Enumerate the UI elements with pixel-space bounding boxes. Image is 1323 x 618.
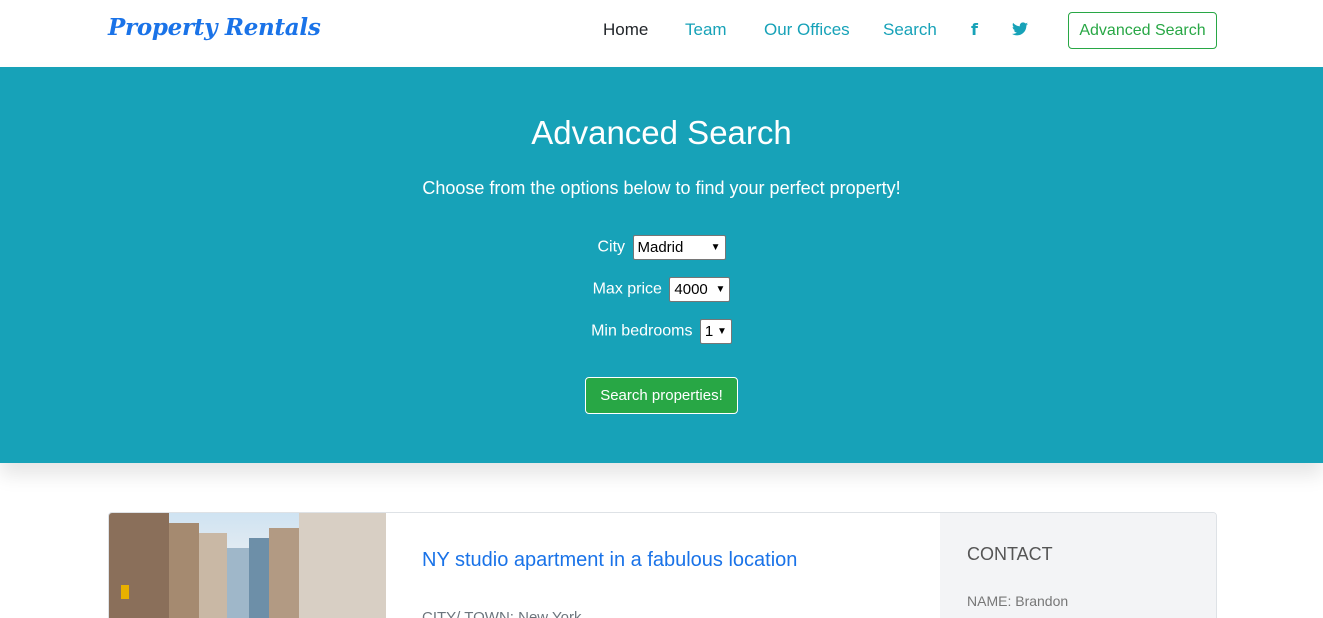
brand-logo[interactable]: Property Rentals	[108, 14, 321, 41]
property-image[interactable]	[109, 513, 386, 618]
contact-name: NAME: Brandon	[967, 593, 1069, 609]
facebook-icon[interactable]: f	[971, 20, 978, 39]
max-price-field-row: Max price 4000 ▼	[0, 277, 1323, 302]
chevron-down-icon: ▼	[717, 326, 727, 337]
twitter-icon[interactable]	[1012, 21, 1028, 40]
max-price-label: Max price	[592, 280, 662, 298]
max-price-select[interactable]: 4000 ▼	[669, 277, 731, 302]
page-title: Advanced Search	[531, 114, 792, 151]
contact-panel: CONTACT NAME: Brandon	[940, 513, 1216, 618]
city-select[interactable]: Madrid ▼	[632, 235, 726, 260]
min-bedrooms-select[interactable]: 1 ▼	[699, 319, 732, 344]
hero-subtitle: Choose from the options below to find yo…	[422, 178, 901, 198]
nav-link-search[interactable]: Search	[883, 20, 937, 40]
min-bedrooms-label: Min bedrooms	[591, 322, 693, 340]
search-properties-button[interactable]: Search properties!	[585, 377, 738, 414]
chevron-down-icon: ▼	[715, 284, 726, 295]
navbar: Property Rentals Home Team Our Offices S…	[0, 0, 1323, 67]
min-bedrooms-select-value: 1	[704, 323, 714, 340]
min-bedrooms-field-row: Min bedrooms 1 ▼	[0, 319, 1323, 344]
city-select-value: Madrid	[637, 239, 684, 256]
max-price-select-value: 4000	[674, 281, 708, 298]
listing-title[interactable]: NY studio apartment in a fabulous locati…	[422, 549, 797, 572]
nav-link-team[interactable]: Team	[685, 20, 727, 40]
contact-heading: CONTACT	[967, 544, 1053, 564]
city-field-row: City Madrid ▼	[0, 235, 1323, 260]
chevron-down-icon: ▼	[710, 242, 721, 253]
nav-link-home[interactable]: Home	[603, 20, 648, 40]
advanced-search-button[interactable]: Advanced Search	[1068, 12, 1217, 49]
city-label: City	[597, 238, 626, 256]
listing-city: CITY/ TOWN: New York	[422, 609, 582, 618]
property-card: NY studio apartment in a fabulous locati…	[108, 512, 1217, 618]
hero-section: Advanced Search Choose from the options …	[0, 67, 1323, 463]
nav-link-our-offices[interactable]: Our Offices	[764, 20, 850, 40]
